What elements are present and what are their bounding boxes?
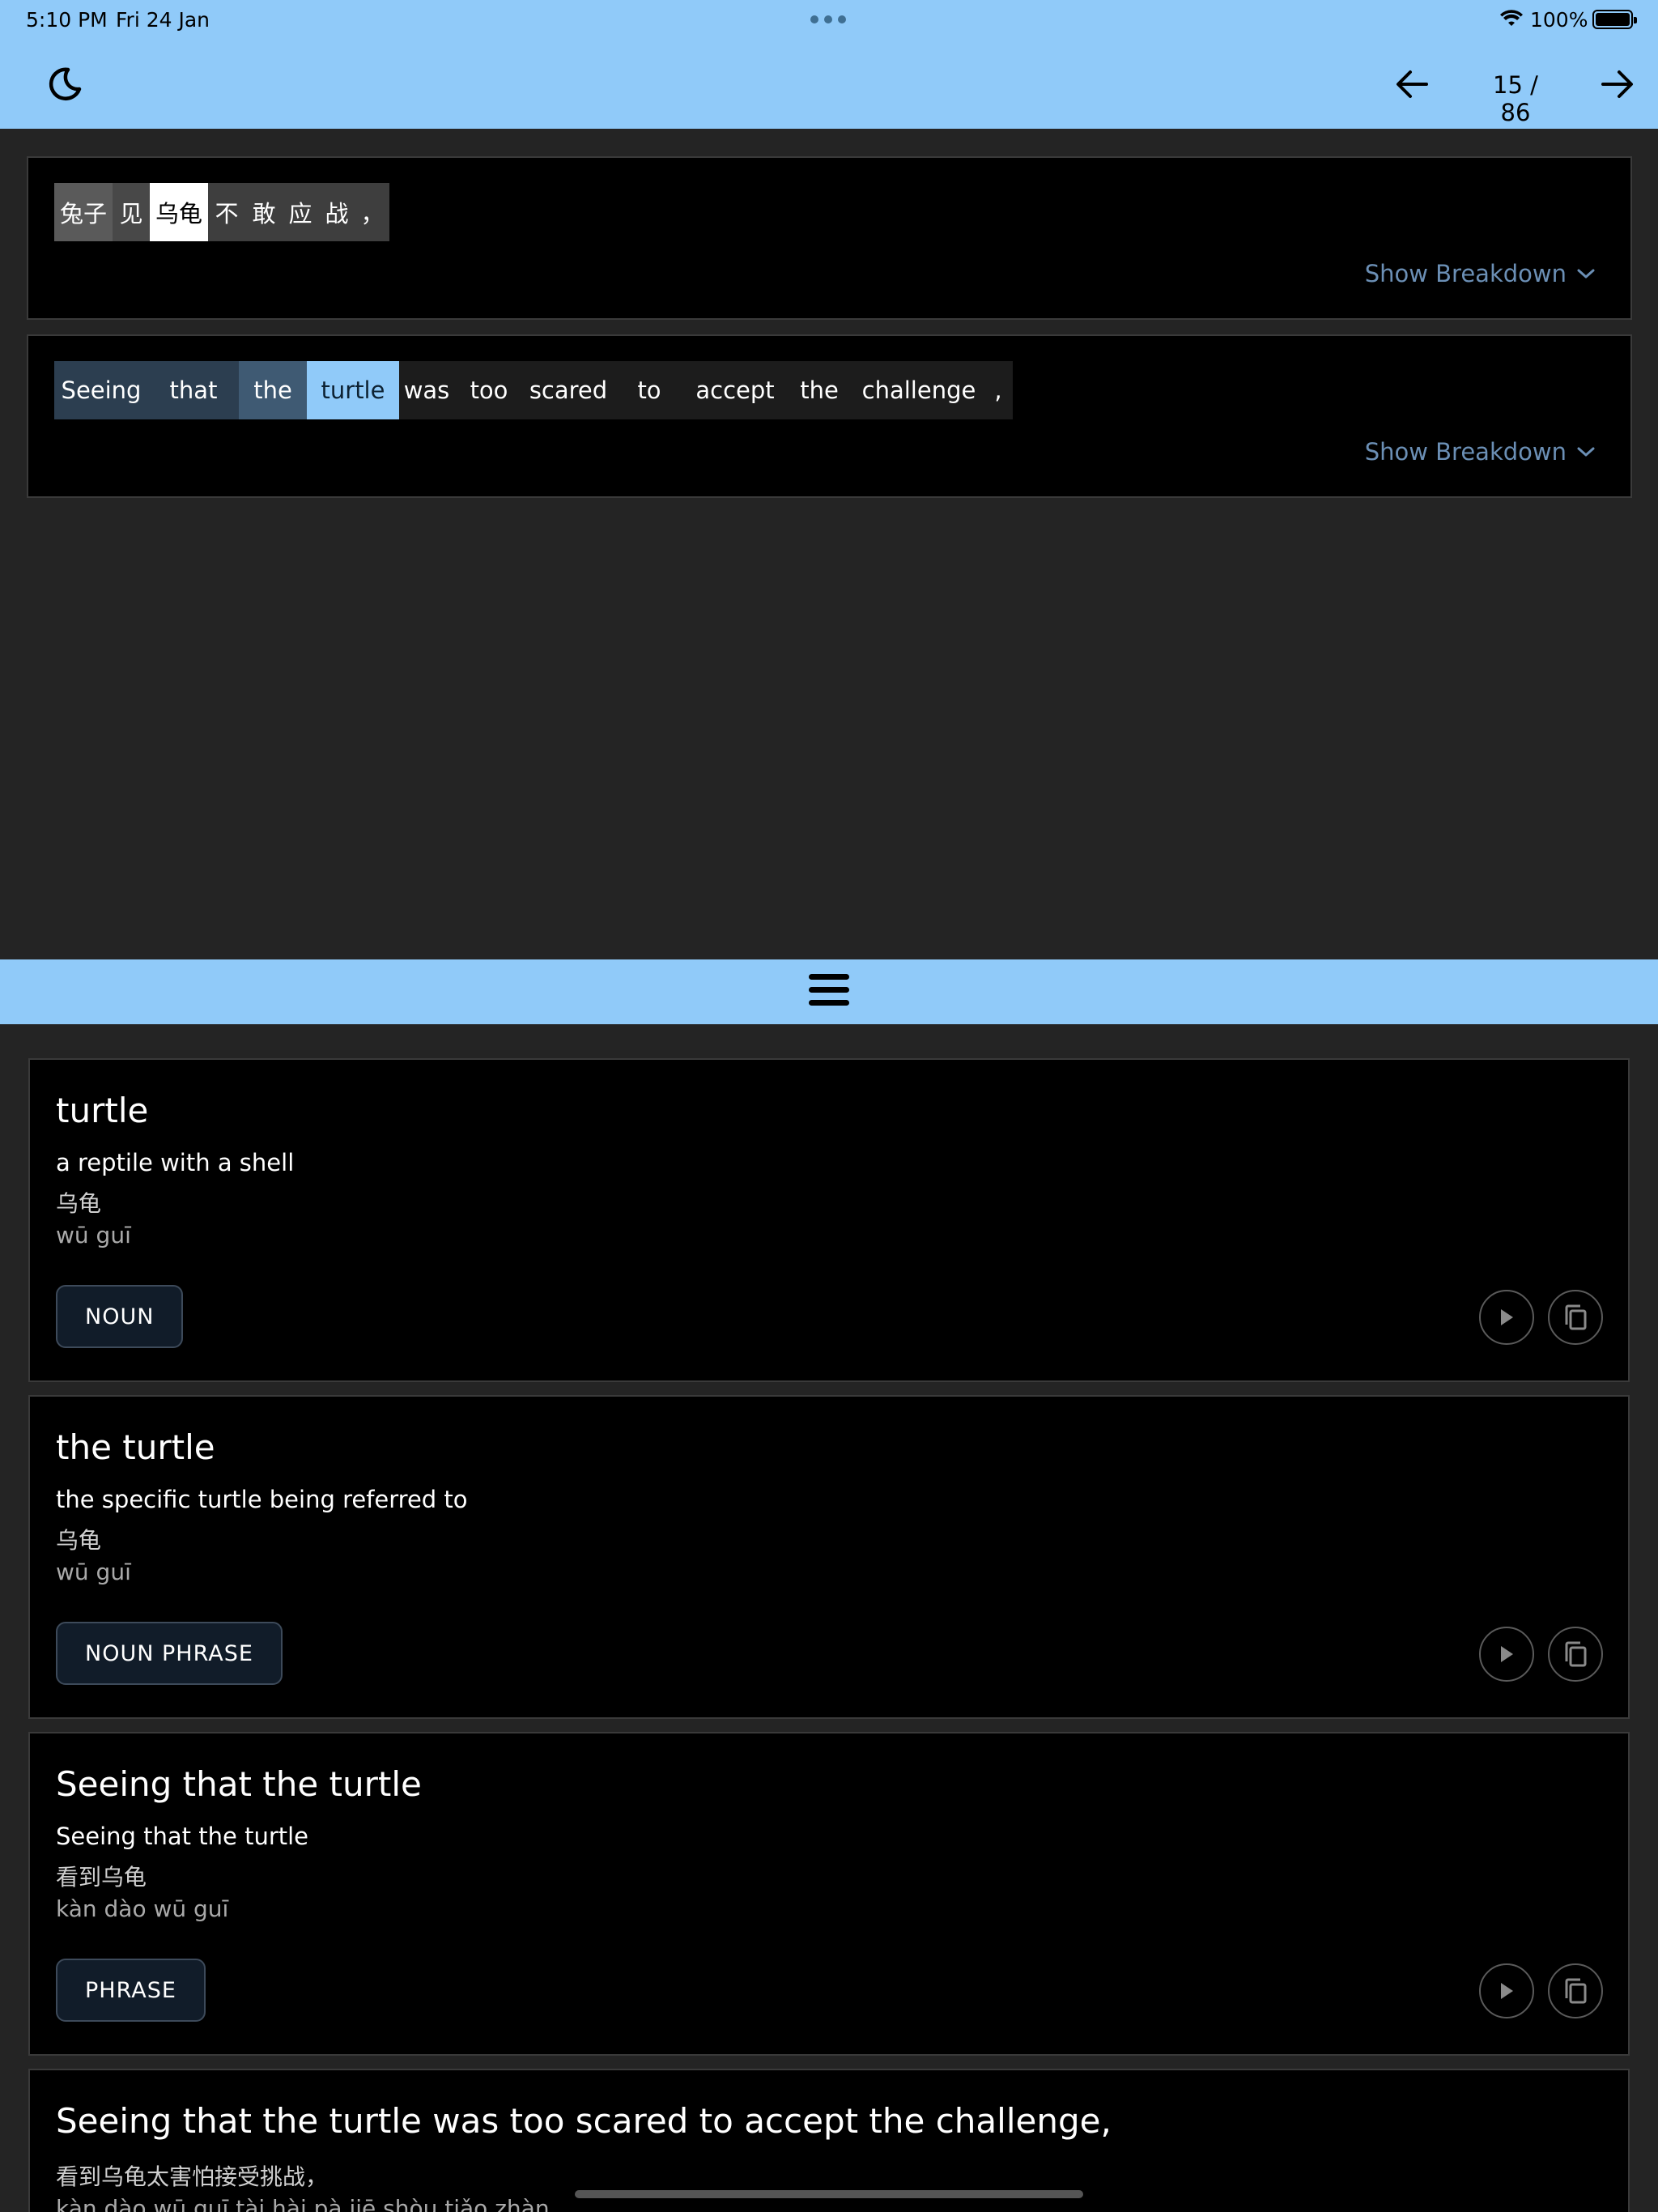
token[interactable]: 不 bbox=[208, 183, 245, 241]
play-button[interactable] bbox=[1479, 1963, 1534, 2018]
entry-pinyin: wū guī bbox=[56, 1222, 131, 1249]
play-icon bbox=[1501, 1309, 1513, 1325]
entry-definition: Seeing that the turtle bbox=[56, 1823, 309, 1850]
status-date: Fri 24 Jan bbox=[116, 8, 210, 32]
copy-icon bbox=[1565, 1304, 1587, 1330]
copy-button[interactable] bbox=[1548, 1627, 1603, 1682]
entry-definition: the specific turtle being referred to bbox=[56, 1486, 468, 1513]
chevron-down-icon bbox=[1577, 269, 1595, 279]
translation-sentence-card: Seeing that the turtle was too scared to… bbox=[27, 334, 1632, 498]
token[interactable]: 敢 bbox=[245, 183, 283, 241]
play-button[interactable] bbox=[1479, 1627, 1534, 1682]
show-breakdown-button[interactable]: Show Breakdown bbox=[1365, 260, 1596, 287]
token[interactable]: was bbox=[399, 361, 454, 419]
battery-icon bbox=[1592, 10, 1637, 29]
token-selected[interactable]: 乌龟 bbox=[150, 183, 208, 241]
arrow-right-icon[interactable] bbox=[1600, 68, 1635, 100]
top-app-bar: 5:10 PM Fri 24 Jan 100% 15 / 86 bbox=[0, 0, 1658, 129]
status-time: 5:10 PM bbox=[26, 8, 108, 32]
copy-button[interactable] bbox=[1548, 1963, 1603, 2018]
entry-definition: a reptile with a shell bbox=[56, 1149, 295, 1176]
entry-pinyin: wū guī bbox=[56, 1559, 131, 1585]
token[interactable]: challenge bbox=[854, 361, 984, 419]
entry-chinese: 乌龟 bbox=[56, 1527, 102, 1554]
entry-word: Seeing that the turtle was too scared to… bbox=[56, 2101, 1112, 2141]
source-token-row: 兔子 见 乌龟 不 敢 应 战 ， bbox=[54, 183, 389, 241]
entry-chinese: 看到乌龟 bbox=[56, 1864, 147, 1891]
show-breakdown-button[interactable]: Show Breakdown bbox=[1365, 438, 1596, 466]
token[interactable]: the bbox=[239, 361, 307, 419]
moon-icon[interactable] bbox=[47, 66, 83, 102]
copy-icon bbox=[1565, 1641, 1587, 1667]
play-button[interactable] bbox=[1479, 1290, 1534, 1345]
token[interactable]: 应 bbox=[283, 183, 318, 241]
home-indicator[interactable] bbox=[575, 2190, 1083, 2198]
battery-percent: 100% bbox=[1530, 8, 1588, 32]
entry-card: the turtle the specific turtle being ref… bbox=[28, 1395, 1630, 1719]
drawer-handle-bar[interactable] bbox=[0, 959, 1658, 1024]
multitasking-dots-icon[interactable] bbox=[810, 15, 846, 23]
play-icon bbox=[1501, 1983, 1513, 1999]
token[interactable]: the bbox=[784, 361, 854, 419]
token-selected[interactable]: turtle bbox=[307, 361, 399, 419]
pos-badge: NOUN bbox=[56, 1285, 184, 1348]
token[interactable]: 兔子 bbox=[54, 183, 113, 241]
play-icon bbox=[1501, 1646, 1513, 1662]
token[interactable]: that bbox=[148, 361, 239, 419]
token[interactable]: to bbox=[613, 361, 686, 419]
copy-icon bbox=[1565, 1978, 1587, 2004]
pos-badge: PHRASE bbox=[56, 1959, 206, 2022]
entry-chinese: 乌龟 bbox=[56, 1190, 102, 1217]
token[interactable]: 见 bbox=[113, 183, 150, 241]
pos-badge: NOUN PHRASE bbox=[56, 1622, 283, 1685]
entry-card: turtle a reptile with a shell 乌龟 wū guī … bbox=[28, 1058, 1630, 1382]
token[interactable]: ， bbox=[355, 183, 389, 241]
token[interactable]: Seeing bbox=[54, 361, 148, 419]
entry-chinese: 看到乌龟太害怕接受挑战， bbox=[56, 2163, 329, 2190]
token[interactable]: 战 bbox=[318, 183, 355, 241]
entry-word: the turtle bbox=[56, 1427, 215, 1467]
status-bar: 5:10 PM Fri 24 Jan 100% bbox=[0, 0, 1658, 39]
entry-pinyin: kàn dào wū guī tài hài pà jiē shòu tiǎo … bbox=[56, 2195, 557, 2212]
entry-pinyin: kàn dào wū guī bbox=[56, 1895, 229, 1922]
wifi-icon bbox=[1500, 10, 1523, 26]
token[interactable]: accept bbox=[686, 361, 784, 419]
token[interactable]: too bbox=[454, 361, 524, 419]
show-breakdown-label: Show Breakdown bbox=[1364, 260, 1567, 287]
chevron-down-icon bbox=[1577, 447, 1595, 457]
entry-word: turtle bbox=[56, 1091, 149, 1130]
entry-card: Seeing that the turtle Seeing that the t… bbox=[28, 1732, 1630, 2056]
token[interactable]: scared bbox=[524, 361, 613, 419]
show-breakdown-label: Show Breakdown bbox=[1364, 438, 1567, 466]
source-sentence-card: 兔子 见 乌龟 不 敢 应 战 ， Show Breakdown bbox=[27, 156, 1632, 320]
page-counter: 15 / 86 bbox=[1493, 71, 1538, 126]
arrow-left-icon[interactable] bbox=[1394, 68, 1430, 100]
menu-icon[interactable] bbox=[809, 974, 849, 1010]
token[interactable]: , bbox=[984, 361, 1013, 419]
entry-word: Seeing that the turtle bbox=[56, 1764, 422, 1804]
translation-token-row: Seeing that the turtle was too scared to… bbox=[54, 361, 1013, 419]
copy-button[interactable] bbox=[1548, 1290, 1603, 1345]
